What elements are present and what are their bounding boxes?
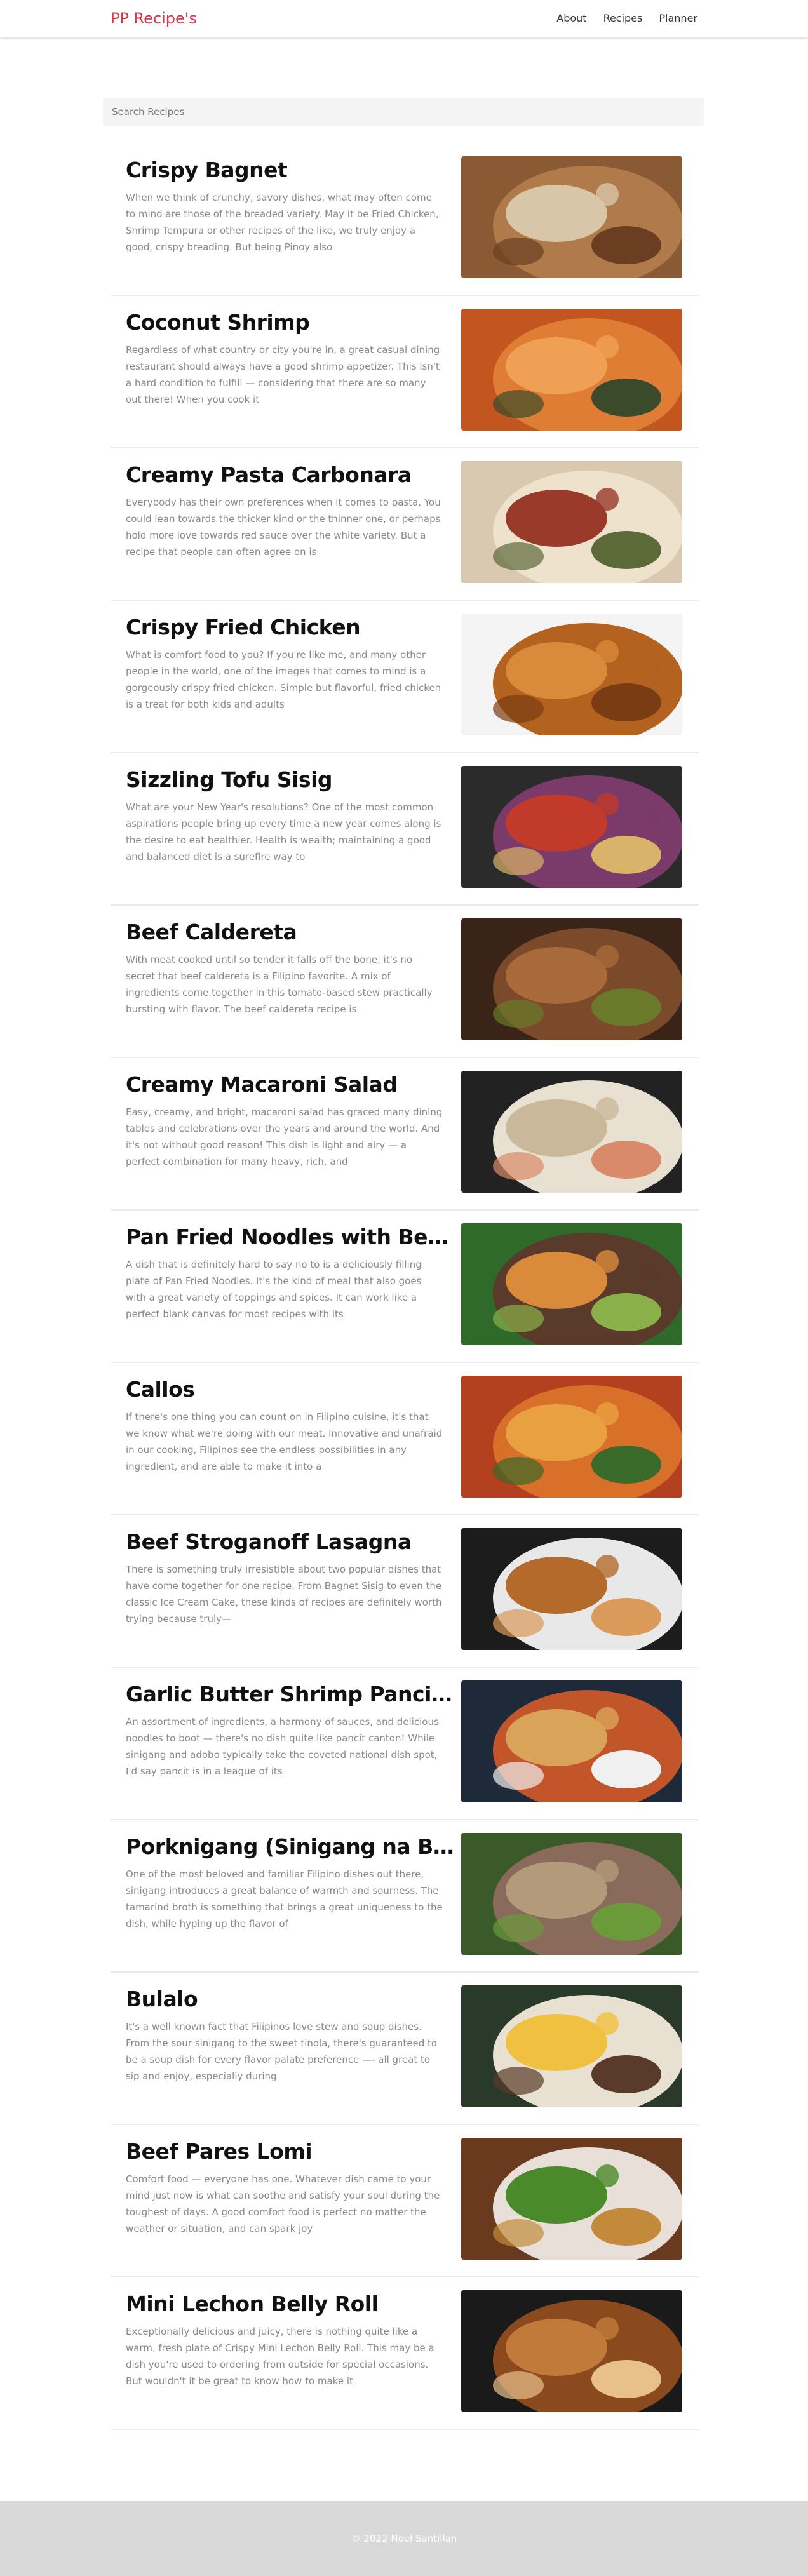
recipe-card[interactable]: Beef Caldereta With meat cooked until so … xyxy=(111,906,699,1058)
recipe-excerpt: There is something truly irresistible ab… xyxy=(126,1564,442,1625)
recipe-excerpt: Exceptionally delicious and juicy, there… xyxy=(126,2326,434,2387)
crispy-bagnet-photo[interactable] xyxy=(461,156,682,278)
coconut-shrimp-photo[interactable] xyxy=(461,309,682,431)
beef-pares-lomi-photo[interactable] xyxy=(461,2138,682,2260)
recipe-title[interactable]: Crispy Bagnet xyxy=(126,158,456,182)
search-input[interactable] xyxy=(103,98,704,126)
nav-link-about[interactable]: About xyxy=(556,12,586,24)
recipe-excerpt: With meat cooked until so tender it fall… xyxy=(126,954,433,1015)
recipe-card[interactable]: Crispy Fried Chicken What is comfort food… xyxy=(111,601,699,753)
footer: © 2022 Noel Santillan xyxy=(0,2501,808,2576)
recipe-card[interactable]: Porknigang (Sinigang na Baboy) One of the… xyxy=(111,1820,699,1973)
recipe-excerpt: An assortment of ingredients, a harmony … xyxy=(126,1716,439,1777)
porknigang-photo[interactable] xyxy=(461,1833,682,1955)
recipe-excerpt: If there's one thing you can count on in… xyxy=(126,1411,443,1472)
footer-copyright: © 2022 Noel Santillan xyxy=(351,2533,457,2544)
recipe-title[interactable]: Garlic Butter Shrimp Pancit Canton xyxy=(126,1682,456,1707)
recipe-excerpt: Everybody has their own preferences when… xyxy=(126,497,441,558)
recipe-card[interactable]: Crispy Bagnet When we think of crunchy, s… xyxy=(111,144,699,296)
bulalo-photo[interactable] xyxy=(461,1985,682,2107)
pan-fried-noodles-photo[interactable] xyxy=(461,1223,682,1345)
recipe-card[interactable]: Pan Fried Noodles with Beef and Bok Choy… xyxy=(111,1211,699,1363)
callos-photo[interactable] xyxy=(461,1376,682,1498)
recipe-card[interactable]: Sizzling Tofu Sisig What are your New Yea… xyxy=(111,753,699,906)
recipe-card[interactable]: Garlic Butter Shrimp Pancit Canton An ass… xyxy=(111,1668,699,1820)
recipe-title[interactable]: Crispy Fried Chicken xyxy=(126,615,456,640)
recipe-title[interactable]: Beef Caldereta xyxy=(126,920,456,944)
tofu-sisig-photo[interactable] xyxy=(461,766,682,888)
brand-logo-link[interactable]: PP Recipe's xyxy=(111,10,197,27)
recipe-excerpt: Comfort food — everyone has one. Whateve… xyxy=(126,2173,440,2234)
beef-stroganoff-lasagna-photo[interactable] xyxy=(461,1528,682,1650)
recipe-card[interactable]: Beef Stroganoff Lasagna There is somethin… xyxy=(111,1515,699,1668)
recipe-title[interactable]: Callos xyxy=(126,1377,456,1402)
recipe-excerpt: A dish that is definitely hard to say no… xyxy=(126,1259,422,1320)
recipe-title[interactable]: Creamy Macaroni Salad xyxy=(126,1072,456,1097)
recipe-title[interactable]: Mini Lechon Belly Roll xyxy=(126,2291,456,2316)
fried-chicken-photo[interactable] xyxy=(461,614,682,735)
recipe-excerpt: What are your New Year's resolutions? On… xyxy=(126,802,441,862)
shrimp-pancit-canton-photo[interactable] xyxy=(461,1680,682,1802)
recipe-card[interactable]: Bulalo It's a well known fact that Filipi… xyxy=(111,1973,699,2125)
recipe-card[interactable]: Creamy Macaroni Salad Easy, creamy, and b… xyxy=(111,1058,699,1211)
recipe-title[interactable]: Beef Stroganoff Lasagna xyxy=(126,1529,456,1554)
recipe-excerpt: Regardless of what country or city you'r… xyxy=(126,344,440,405)
pasta-carbonara-photo[interactable] xyxy=(461,461,682,583)
nav-link-planner[interactable]: Planner xyxy=(659,12,697,24)
recipe-card[interactable]: Coconut Shrimp Regardless of what country… xyxy=(111,296,699,448)
recipe-excerpt: One of the most beloved and familiar Fil… xyxy=(126,1868,443,1929)
navbar: PP Recipe's About Recipes Planner xyxy=(0,0,808,37)
lechon-belly-roll-photo[interactable] xyxy=(461,2290,682,2412)
nav-link-recipes[interactable]: Recipes xyxy=(603,12,643,24)
recipe-title[interactable]: Bulalo xyxy=(126,1987,456,2011)
recipe-title[interactable]: Coconut Shrimp xyxy=(126,310,456,335)
recipe-card[interactable]: Callos If there's one thing you can count… xyxy=(111,1363,699,1515)
recipe-list: Crispy Bagnet When we think of crunchy, s… xyxy=(111,144,699,2430)
recipe-excerpt: What is comfort food to you? If you're l… xyxy=(126,649,441,710)
recipe-card[interactable]: Mini Lechon Belly Roll Exceptionally deli… xyxy=(111,2277,699,2430)
recipe-card[interactable]: Beef Pares Lomi Comfort food — everyone h… xyxy=(111,2125,699,2277)
recipe-title[interactable]: Sizzling Tofu Sisig xyxy=(126,767,456,792)
recipe-title[interactable]: Beef Pares Lomi xyxy=(126,2139,456,2164)
recipe-excerpt: It's a well known fact that Filipinos lo… xyxy=(126,2021,438,2082)
recipe-card[interactable]: Creamy Pasta Carbonara Everybody has thei… xyxy=(111,448,699,601)
nav-links: About Recipes Planner xyxy=(556,12,697,24)
beef-caldereta-photo[interactable] xyxy=(461,918,682,1040)
recipe-title[interactable]: Creamy Pasta Carbonara xyxy=(126,462,456,487)
recipe-excerpt: Easy, creamy, and bright, macaroni salad… xyxy=(126,1106,443,1167)
recipe-title[interactable]: Pan Fried Noodles with Beef and Bok Choy xyxy=(126,1224,456,1249)
recipe-excerpt: When we think of crunchy, savory dishes,… xyxy=(126,192,439,253)
recipe-title[interactable]: Porknigang (Sinigang na Baboy) xyxy=(126,1834,456,1859)
macaroni-salad-photo[interactable] xyxy=(461,1071,682,1193)
